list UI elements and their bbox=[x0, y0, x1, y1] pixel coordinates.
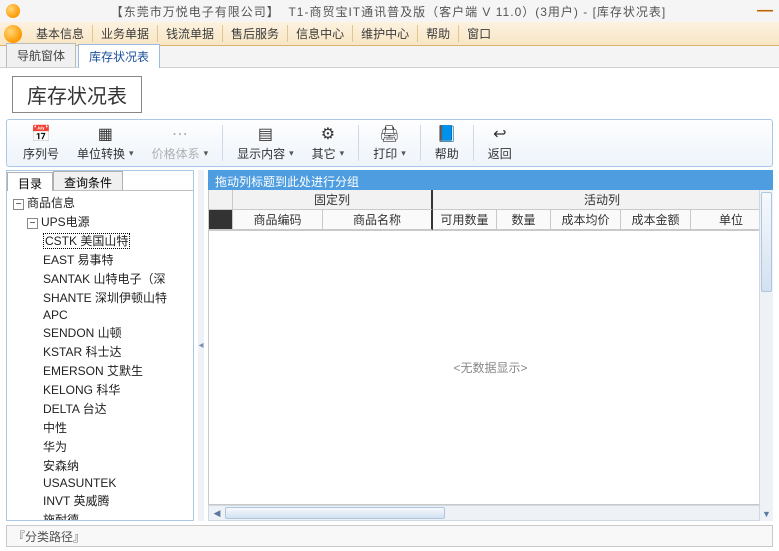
price-icon: ⋯ bbox=[171, 125, 189, 143]
tree-scrollbar[interactable]: ▲ ▼ bbox=[759, 190, 773, 521]
tree-item[interactable]: SANTAK 山特电子（深 bbox=[9, 269, 191, 288]
col-cost-amt[interactable]: 成本金额 bbox=[621, 210, 691, 230]
btn-back[interactable]: ↩ 返回 bbox=[480, 121, 520, 165]
collapse-icon[interactable]: − bbox=[13, 199, 24, 210]
btn-price-sys: ⋯ 价格体系▾ bbox=[144, 121, 217, 165]
book-icon: 📘 bbox=[438, 125, 456, 143]
chevron-down-icon: ▾ bbox=[401, 148, 406, 159]
window-title: 【东莞市万悦电子有限公司】 T1-商贸宝IT通讯普及版（客户端 V 11.0）(… bbox=[26, 3, 751, 20]
chevron-down-icon: ▾ bbox=[289, 148, 294, 159]
col-qty[interactable]: 数量 bbox=[497, 210, 551, 230]
tree-cat-ups[interactable]: −UPS电源 bbox=[9, 212, 191, 231]
ltab-catalog[interactable]: 目录 bbox=[7, 172, 53, 191]
toolbar-sep bbox=[473, 125, 474, 161]
grid-panel: 拖动列标题到此处进行分组 固定列 活动列 商品编码 商品名称 可用数量 数量 成… bbox=[208, 170, 773, 521]
splitter[interactable]: ◂ bbox=[198, 170, 204, 521]
status-text: 『分类路径』 bbox=[13, 528, 85, 545]
col-code[interactable]: 商品编码 bbox=[233, 210, 323, 230]
col-name[interactable]: 商品名称 bbox=[323, 210, 433, 230]
btn-unit-conv[interactable]: ▦ 单位转换▾ bbox=[69, 121, 142, 165]
gear-icon: ⚙ bbox=[319, 125, 337, 143]
scroll-down-icon[interactable]: ▼ bbox=[760, 507, 773, 521]
ltab-query[interactable]: 查询条件 bbox=[53, 171, 123, 190]
row-selector-header[interactable] bbox=[209, 190, 233, 210]
document-tabs: 导航窗体 库存状况表 bbox=[0, 46, 779, 68]
left-tabs: 目录 查询条件 bbox=[7, 171, 193, 191]
printer-icon: 🖨 bbox=[380, 125, 398, 143]
chevron-down-icon: ▾ bbox=[129, 148, 134, 159]
toolbar: 📅 序列号 ▦ 单位转换▾ ⋯ 价格体系▾ ▤ 显示内容▾ ⚙ 其它▾ 🖨 打印… bbox=[6, 119, 773, 167]
tree-item[interactable]: APC bbox=[9, 307, 191, 323]
toolbar-sep bbox=[358, 125, 359, 161]
tree-item[interactable]: SHANTE 深圳伊顿山特 bbox=[9, 288, 191, 307]
grid-hscroll[interactable]: ◀ ▶ bbox=[208, 505, 773, 521]
tab-inventory[interactable]: 库存状况表 bbox=[78, 44, 160, 68]
collapse-icon[interactable]: − bbox=[27, 218, 38, 229]
col-avail-qty[interactable]: 可用数量 bbox=[433, 210, 497, 230]
menu-money[interactable]: 钱流单据 bbox=[158, 25, 223, 42]
table-icon: ▤ bbox=[256, 125, 274, 143]
tree-item[interactable]: 中性 bbox=[9, 418, 191, 437]
tree-item[interactable]: KELONG 科华 bbox=[9, 380, 191, 399]
tree-item[interactable]: USASUNTEK bbox=[9, 475, 191, 491]
active-cols-header: 活动列 bbox=[433, 190, 772, 210]
btn-help[interactable]: 📘 帮助 bbox=[427, 121, 467, 165]
grid-header: 固定列 活动列 商品编码 商品名称 可用数量 数量 成本均价 成本金额 单位 bbox=[208, 190, 773, 231]
menu-business[interactable]: 业务单据 bbox=[93, 25, 158, 42]
grid-icon: ▦ bbox=[96, 125, 114, 143]
tree-item[interactable]: 安森纳 bbox=[9, 456, 191, 475]
left-panel: 目录 查询条件 −商品信息 −UPS电源 CSTK 美国山特 EAST 易事特 … bbox=[6, 170, 194, 521]
tree-item[interactable]: SENDON 山顿 bbox=[9, 323, 191, 342]
tree-item[interactable]: EMERSON 艾默生 bbox=[9, 361, 191, 380]
btn-print[interactable]: 🖨 打印▾ bbox=[365, 121, 414, 165]
col-avg-cost[interactable]: 成本均价 bbox=[551, 210, 621, 230]
tree-item[interactable]: INVT 英威腾 bbox=[9, 491, 191, 510]
group-by-bar[interactable]: 拖动列标题到此处进行分组 bbox=[208, 170, 773, 190]
scroll-left-icon[interactable]: ◀ bbox=[209, 508, 225, 519]
tree-item[interactable]: KSTAR 科士达 bbox=[9, 342, 191, 361]
app-orb-icon[interactable] bbox=[4, 25, 22, 43]
btn-display[interactable]: ▤ 显示内容▾ bbox=[229, 121, 302, 165]
grid-body: <无数据显示> bbox=[208, 231, 773, 505]
toolbar-sep bbox=[420, 125, 421, 161]
menu-info-center[interactable]: 信息中心 bbox=[288, 25, 353, 42]
back-icon: ↩ bbox=[491, 125, 509, 143]
scroll-thumb[interactable] bbox=[761, 192, 772, 292]
chevron-down-icon: ▾ bbox=[340, 148, 345, 159]
menu-basic-info[interactable]: 基本信息 bbox=[28, 25, 93, 42]
app-icon bbox=[6, 4, 20, 18]
title-bar: 【东莞市万悦电子有限公司】 T1-商贸宝IT通讯普及版（客户端 V 11.0）(… bbox=[0, 0, 779, 22]
tree[interactable]: −商品信息 −UPS电源 CSTK 美国山特 EAST 易事特 SANTAK 山… bbox=[7, 191, 193, 520]
tree-item-selected[interactable]: CSTK 美国山特 bbox=[9, 231, 191, 250]
tree-item[interactable]: 华为 bbox=[9, 437, 191, 456]
fixed-cols-header: 固定列 bbox=[233, 190, 433, 210]
menu-maint[interactable]: 维护中心 bbox=[353, 25, 418, 42]
menu-bar: 基本信息 业务单据 钱流单据 售后服务 信息中心 维护中心 帮助 窗口 bbox=[0, 22, 779, 46]
minimize-button[interactable]: — bbox=[757, 2, 773, 20]
status-bar: 『分类路径』 bbox=[6, 525, 773, 547]
btn-serial[interactable]: 📅 序列号 bbox=[15, 121, 67, 165]
calendar-icon: 📅 bbox=[32, 125, 50, 143]
chevron-down-icon: ▾ bbox=[204, 148, 209, 159]
tree-root[interactable]: −商品信息 bbox=[9, 193, 191, 212]
menu-after-sales[interactable]: 售后服务 bbox=[223, 25, 288, 42]
btn-other[interactable]: ⚙ 其它▾ bbox=[304, 121, 353, 165]
toolbar-sep bbox=[222, 125, 223, 161]
menu-help[interactable]: 帮助 bbox=[418, 25, 459, 42]
empty-text: <无数据显示> bbox=[453, 359, 527, 376]
scroll-thumb[interactable] bbox=[225, 507, 445, 519]
tree-item[interactable]: 施耐德 bbox=[9, 510, 191, 520]
tab-nav[interactable]: 导航窗体 bbox=[6, 43, 76, 67]
row-selector[interactable] bbox=[209, 210, 233, 230]
tree-item[interactable]: EAST 易事特 bbox=[9, 250, 191, 269]
page-title: 库存状况表 bbox=[12, 76, 142, 113]
tree-item[interactable]: DELTA 台达 bbox=[9, 399, 191, 418]
menu-window[interactable]: 窗口 bbox=[459, 25, 499, 42]
